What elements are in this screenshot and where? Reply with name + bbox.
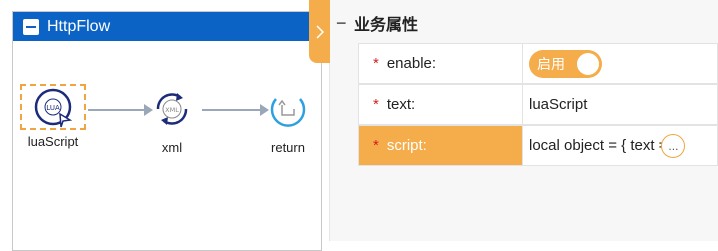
enable-toggle[interactable]: 启用 (529, 49, 602, 78)
node-label: luaScript (27, 134, 79, 149)
flow-edge (202, 109, 264, 111)
panel-toggle-button[interactable] (309, 0, 330, 63)
toggle-label: 启用 (537, 55, 565, 72)
selection-box: LUA (20, 84, 86, 130)
chevron-right-icon (315, 24, 324, 39)
xml-icon-text: XML (165, 106, 179, 114)
section-title: 业务属性 (354, 17, 419, 34)
property-row-script[interactable]: * script: local object = { text = ... (358, 125, 718, 166)
property-key: * text: (358, 84, 523, 125)
xml-icon: XML (156, 93, 188, 125)
property-key-label: text: (386, 96, 416, 113)
flow-title: HttpFlow (47, 17, 111, 35)
node-label: return (271, 140, 305, 155)
flow-panel: HttpFlow LUA luaScript XML xml return (0, 0, 330, 251)
section-header[interactable]: − 业务属性 (330, 8, 418, 38)
property-row-enable[interactable]: * enable: 启用 (358, 43, 718, 84)
flow-node-luascript[interactable]: LUA luaScript (18, 84, 88, 149)
collapse-icon[interactable] (23, 18, 39, 35)
property-key: * script: (358, 125, 523, 166)
toggle-knob (577, 52, 599, 75)
collapse-section-icon[interactable]: − (336, 13, 350, 34)
required-mark: * (373, 96, 379, 113)
property-value: 启用 (523, 43, 718, 84)
script-value-field[interactable]: local object = { text = ... (523, 125, 718, 166)
required-mark: * (373, 137, 379, 154)
properties-panel: − 业务属性 * enable: 启用 * text: luaScript * … (330, 0, 718, 241)
flow-edge (88, 109, 148, 111)
property-key: * enable: (358, 43, 523, 84)
more-button[interactable]: ... (661, 133, 686, 158)
flow-node-xml[interactable]: XML xml (142, 87, 202, 155)
properties-table: * enable: 启用 * text: luaScript * script:… (358, 43, 718, 166)
property-key-label: enable: (386, 55, 437, 72)
required-mark: * (373, 55, 379, 72)
text-value-field[interactable]: luaScript (523, 84, 718, 125)
property-value-text: luaScript (529, 96, 588, 113)
property-value-text: local object = { text = (529, 137, 668, 154)
property-key-label: script: (386, 137, 427, 154)
flow-node-return[interactable]: return (258, 87, 318, 155)
return-icon (270, 98, 306, 127)
node-label: xml (161, 140, 183, 155)
lua-icon-text: LUA (46, 104, 60, 112)
lua-script-icon: LUA (34, 88, 73, 128)
property-row-text[interactable]: * text: luaScript (358, 84, 718, 125)
flow-header: HttpFlow (13, 12, 321, 41)
